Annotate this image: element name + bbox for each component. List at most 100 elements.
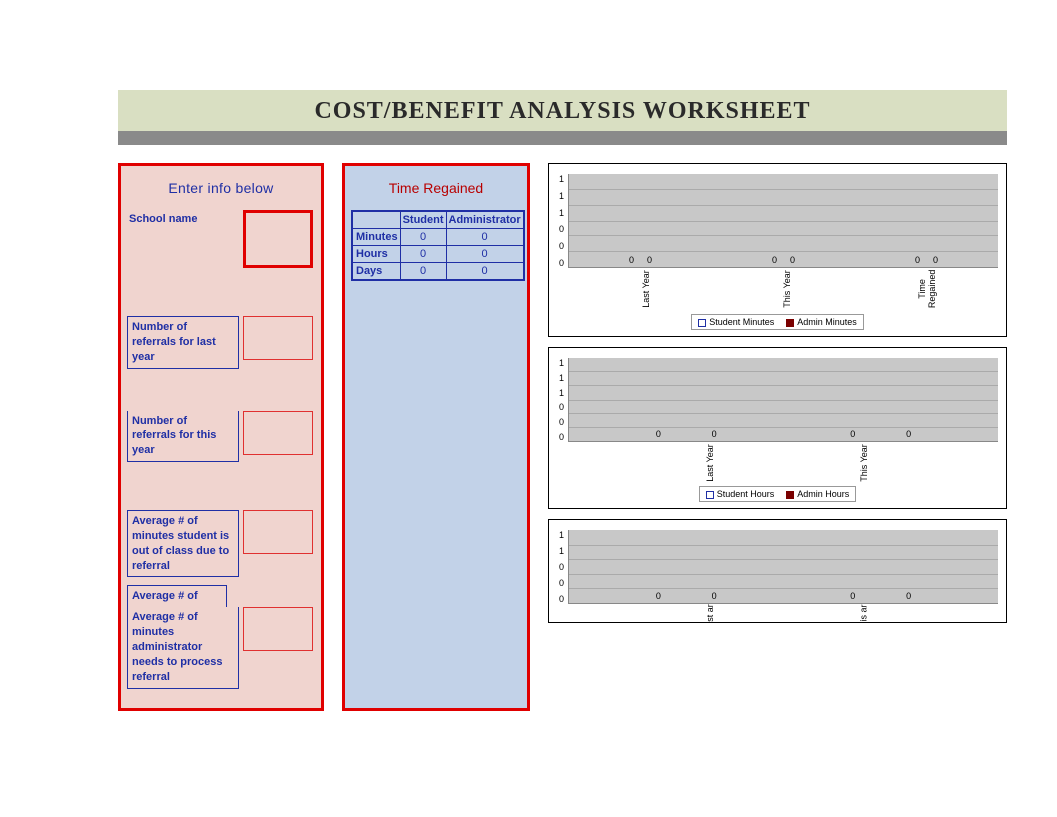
- row-hours-label: Hours: [352, 246, 400, 263]
- x-axis: st ar is ar: [575, 604, 998, 622]
- ytick: 0: [559, 402, 564, 412]
- x-axis: Last Year This Year: [575, 442, 998, 482]
- x-tick: Time Regained: [918, 269, 938, 309]
- row-hours-admin: 0: [446, 246, 524, 263]
- field-avg-admin-process: Average # of minutes administrator needs…: [127, 607, 315, 688]
- ytick: 1: [559, 388, 564, 398]
- time-regained-table: Student Administrator Minutes 0 0 Hours …: [351, 210, 525, 281]
- bar-value: 0: [929, 255, 942, 265]
- ytick: 1: [559, 174, 564, 184]
- x-tick: st ar: [704, 604, 714, 622]
- row-minutes-student: 0: [400, 229, 446, 246]
- input-referrals-this[interactable]: [243, 411, 313, 455]
- bar-value: 0: [643, 255, 656, 265]
- ytick: 0: [559, 258, 564, 268]
- row-hours-student: 0: [400, 246, 446, 263]
- header-strip: [118, 131, 1007, 145]
- ytick: 0: [559, 224, 564, 234]
- legend-swatch-icon: [706, 491, 714, 499]
- label-avg-admin-process: Average # of minutes administrator needs…: [127, 607, 239, 688]
- charts-column: 1 1 1 0 0 0 0 0: [548, 163, 1007, 711]
- label-referrals-this: Number of referrals for this year: [127, 411, 239, 463]
- ytick: 1: [559, 530, 564, 540]
- x-tick: Last Year: [704, 444, 714, 482]
- bar-value: 0: [846, 429, 859, 439]
- data-labels: 0 0 0 0: [569, 591, 998, 601]
- ytick: 1: [559, 358, 564, 368]
- input-school-name[interactable]: [243, 210, 313, 268]
- x-tick: Last Year: [640, 270, 650, 308]
- bar-value: 0: [708, 429, 721, 439]
- time-regained-panel: Time Regained Student Administrator Minu…: [342, 163, 530, 711]
- x-tick: is ar: [859, 604, 869, 621]
- y-axis: 1 1 0 0 0: [557, 530, 568, 604]
- legend: Student Hours Admin Hours: [699, 486, 857, 502]
- bar-value: 0: [768, 255, 781, 265]
- bar-value: 0: [625, 255, 638, 265]
- ytick: 0: [559, 562, 564, 572]
- field-referrals-last: Number of referrals for last year: [127, 316, 315, 369]
- label-school-name: School name: [127, 210, 239, 231]
- ytick: 1: [559, 208, 564, 218]
- chart-days: 1 1 0 0 0 0 0: [548, 519, 1007, 623]
- bar-value: 0: [786, 255, 799, 265]
- row-minutes-admin: 0: [446, 229, 524, 246]
- ytick: 0: [559, 594, 564, 604]
- row-days-admin: 0: [446, 263, 524, 281]
- chart-hours: 1 1 1 0 0 0 0: [548, 347, 1007, 509]
- input-avg-admin-process[interactable]: [243, 607, 313, 651]
- label-avg-student-out: Average # of minutes student is out of c…: [127, 510, 239, 577]
- plot-area: 0 0 0 0: [568, 358, 998, 442]
- input-panel-header: Enter info below: [127, 174, 315, 210]
- chart-minutes: 1 1 1 0 0 0 0 0: [548, 163, 1007, 337]
- ytick: 1: [559, 191, 564, 201]
- input-referrals-last[interactable]: [243, 316, 313, 360]
- y-axis: 1 1 1 0 0 0: [557, 358, 568, 442]
- x-tick: This Year: [859, 444, 869, 482]
- legend-swatch-icon: [698, 319, 706, 327]
- bar-value: 0: [902, 429, 915, 439]
- field-referrals-this: Number of referrals for this year: [127, 411, 315, 463]
- bar-value: 0: [911, 255, 924, 265]
- row-days-student: 0: [400, 263, 446, 281]
- ytick: 0: [559, 432, 564, 442]
- legend: Student Minutes Admin Minutes: [691, 314, 864, 330]
- plot-area: 0 0 0 0: [568, 530, 998, 604]
- legend-label: Student Minutes: [709, 317, 774, 327]
- ytick: 1: [559, 546, 564, 556]
- plot-area: 0 0 0 0 0 0: [568, 174, 998, 268]
- table-row: Days 0 0: [352, 263, 524, 281]
- input-avg-student-out[interactable]: [243, 510, 313, 554]
- table-row: Hours 0 0: [352, 246, 524, 263]
- bar-value: 0: [708, 591, 721, 601]
- legend-label: Student Hours: [717, 489, 775, 499]
- bar-value: 0: [652, 429, 665, 439]
- data-labels: 0 0 0 0 0 0: [569, 255, 998, 265]
- field-avg-short: Average # of: [127, 585, 315, 607]
- row-minutes-label: Minutes: [352, 229, 400, 246]
- main-columns: Enter info below School name Number of r…: [118, 163, 1007, 711]
- field-avg-student-out: Average # of minutes student is out of c…: [127, 510, 315, 577]
- col-admin: Administrator: [446, 211, 524, 229]
- col-student: Student: [400, 211, 446, 229]
- legend-swatch-icon: [786, 319, 794, 327]
- ytick: 1: [559, 373, 564, 383]
- table-row: Minutes 0 0: [352, 229, 524, 246]
- x-tick: This Year: [782, 270, 792, 308]
- ytick: 0: [559, 417, 564, 427]
- legend-label: Admin Minutes: [797, 317, 857, 327]
- legend-label: Admin Hours: [797, 489, 849, 499]
- data-labels: 0 0 0 0: [569, 429, 998, 439]
- y-axis: 1 1 1 0 0 0: [557, 174, 568, 268]
- field-school-name: School name: [127, 210, 315, 268]
- time-regained-header: Time Regained: [351, 174, 521, 210]
- input-panel: Enter info below School name Number of r…: [118, 163, 324, 711]
- ytick: 0: [559, 241, 564, 251]
- ytick: 0: [559, 578, 564, 588]
- legend-swatch-icon: [786, 491, 794, 499]
- bar-value: 0: [846, 591, 859, 601]
- label-avg-short: Average # of: [127, 585, 227, 607]
- row-days-label: Days: [352, 263, 400, 281]
- x-axis: Last Year This Year Time Regained: [575, 268, 998, 310]
- bar-value: 0: [902, 591, 915, 601]
